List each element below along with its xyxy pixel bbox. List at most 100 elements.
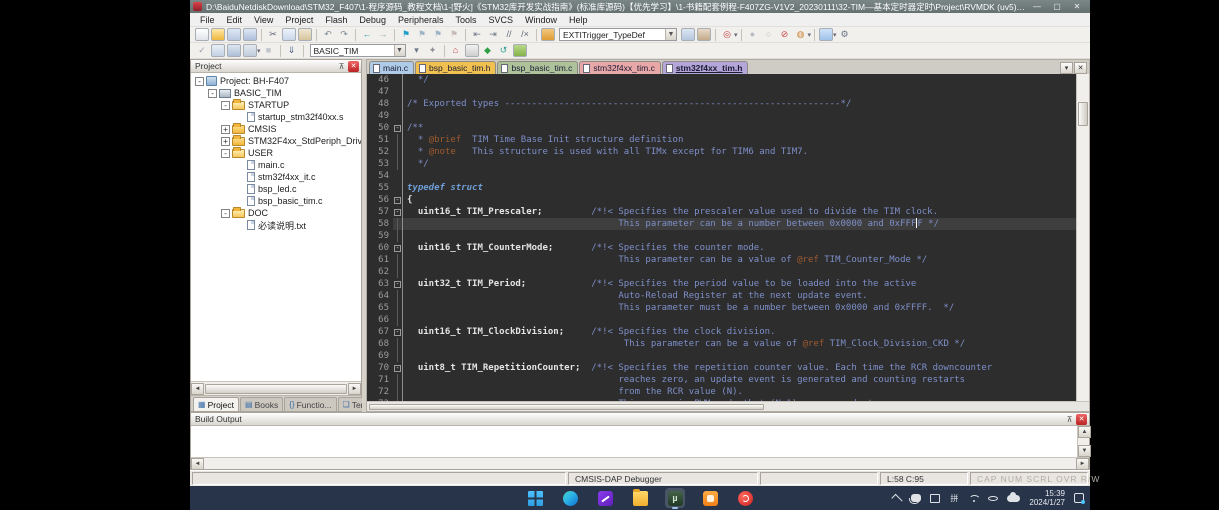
open-file-icon[interactable]	[211, 28, 225, 41]
manage-rte-icon[interactable]: ◆	[481, 44, 495, 57]
panel-tab-books[interactable]: ▤Books	[240, 397, 283, 411]
editor-vertical-scrollbar[interactable]	[1076, 74, 1089, 401]
configure-symbols-icon[interactable]	[541, 28, 555, 41]
collapse-icon[interactable]: -	[195, 77, 204, 86]
code-line[interactable]: 51 * @brief TIM Time Base Init structure…	[367, 134, 1076, 146]
stop-build-icon[interactable]: ■	[262, 44, 276, 57]
editor-tab-main-c[interactable]: main.c	[369, 61, 414, 74]
window-layout-icon[interactable]	[819, 28, 833, 41]
red-app-icon[interactable]	[735, 488, 755, 508]
collapse-icon[interactable]: -	[221, 149, 230, 158]
code-line[interactable]: 68 This parameter can be a value of @ref…	[367, 338, 1076, 350]
tree-item[interactable]: main.c	[191, 159, 361, 171]
wifi-icon[interactable]	[968, 494, 979, 503]
tree-item[interactable]: bsp_led.c	[191, 183, 361, 195]
scroll-right-icon[interactable]: ►	[348, 383, 361, 395]
menu-svcs[interactable]: SVCS	[483, 14, 520, 26]
download-icon[interactable]: ⇓	[285, 44, 299, 57]
panel-tab-functio[interactable]: {}Functio...	[284, 397, 336, 411]
fold-collapse-icon[interactable]: -	[394, 209, 401, 216]
scroll-left-icon[interactable]: ◄	[191, 383, 204, 395]
volume-icon[interactable]	[988, 496, 998, 501]
chevron-down-icon[interactable]: ▾	[734, 31, 738, 39]
scroll-up-icon[interactable]: ▲	[1078, 426, 1091, 438]
code-line[interactable]: 64 Auto-Reload Register at the next upda…	[367, 290, 1076, 302]
fold-collapse-icon[interactable]: -	[394, 281, 401, 288]
undo-icon[interactable]: ↶	[321, 28, 335, 41]
tree-item[interactable]: -USER	[191, 147, 361, 159]
code-line[interactable]: 48/* Exported types --------------------…	[367, 98, 1076, 110]
uncomment-icon[interactable]: /×	[518, 28, 532, 41]
code-line[interactable]: 66	[367, 314, 1076, 326]
rebuild-icon[interactable]	[227, 44, 241, 57]
build-output-horizontal-scrollbar[interactable]: ◄ ►	[191, 457, 1089, 469]
tree-item[interactable]: +STM32F4xx_StdPeriph_Driver	[191, 135, 361, 147]
redo-icon[interactable]: ↷	[337, 28, 351, 41]
batch-build-icon[interactable]	[243, 44, 257, 57]
fold-collapse-icon[interactable]: -	[394, 197, 401, 204]
code-line[interactable]: 67- uint16_t TIM_ClockDivision; /*!< Spe…	[367, 326, 1076, 338]
ime-toolbar-icon[interactable]	[930, 494, 940, 503]
fold-collapse-icon[interactable]: -	[394, 125, 401, 132]
code-line[interactable]: 54	[367, 170, 1076, 182]
target-options-dropdown-icon[interactable]: ▾	[410, 44, 424, 57]
menu-tools[interactable]: Tools	[449, 14, 482, 26]
find-icon[interactable]: ◎	[720, 28, 734, 41]
scroll-thumb[interactable]	[205, 384, 347, 394]
keil-uvision-icon[interactable]: µ	[665, 488, 685, 508]
code-line[interactable]: 49	[367, 110, 1076, 122]
options-for-target-icon[interactable]: ✦	[426, 44, 440, 57]
pin-icon[interactable]: ⊼	[336, 61, 347, 72]
code-line[interactable]: 71 reaches zero, an update event is gene…	[367, 374, 1076, 386]
code-line[interactable]: 57- uint16_t TIM_Prescaler; /*!< Specifi…	[367, 206, 1076, 218]
code-line[interactable]: 50-/**	[367, 122, 1076, 134]
bookmark-icon[interactable]: ⚑	[399, 28, 413, 41]
menu-file[interactable]: File	[194, 14, 221, 26]
code-line[interactable]: 62	[367, 266, 1076, 278]
insert-breakpoint-icon[interactable]: ●	[746, 28, 760, 41]
purple-app-icon[interactable]	[595, 488, 615, 508]
minimize-button[interactable]: —	[1027, 1, 1047, 12]
flash-download-icon[interactable]: ⌂	[449, 44, 463, 57]
tree-item[interactable]: -Project: BH-F407	[191, 75, 361, 87]
symbol-combo[interactable]: EXTITrigger_TypeDef▼	[559, 28, 677, 41]
chevron-down-icon[interactable]: ▾	[833, 31, 837, 39]
menu-debug[interactable]: Debug	[353, 14, 392, 26]
code-line[interactable]: 52 * @note This structure is used with a…	[367, 146, 1076, 158]
tree-item[interactable]: -BASIC_TIM	[191, 87, 361, 99]
chevron-down-icon[interactable]: ▼	[665, 29, 676, 40]
chevron-down-icon[interactable]: ▼	[394, 45, 405, 56]
paste-icon[interactable]	[298, 28, 312, 41]
code-line[interactable]: 70- uint8_t TIM_RepetitionCounter; /*!< …	[367, 362, 1076, 374]
expand-icon[interactable]: +	[221, 137, 230, 146]
start-button[interactable]	[525, 488, 545, 508]
collapse-icon[interactable]: -	[221, 101, 230, 110]
collapse-icon[interactable]: -	[221, 209, 230, 218]
cloud-sync-icon[interactable]	[1007, 495, 1020, 502]
microphone-icon[interactable]	[911, 494, 921, 502]
collapse-icon[interactable]: -	[208, 89, 217, 98]
file-extensions-icon[interactable]	[465, 44, 479, 57]
menu-edit[interactable]: Edit	[221, 14, 249, 26]
comment-icon[interactable]: //	[502, 28, 516, 41]
scroll-right-icon[interactable]: ►	[1076, 458, 1089, 470]
configuration-wrench-icon[interactable]: ⚙	[838, 28, 852, 41]
new-file-icon[interactable]	[195, 28, 209, 41]
navigate-forward-icon[interactable]: →	[376, 28, 390, 41]
code-line[interactable]: 53 */	[367, 158, 1076, 170]
close-button[interactable]: ✕	[1067, 1, 1087, 12]
kill-breakpoints-icon[interactable]: ⊘	[778, 28, 792, 41]
close-document-icon[interactable]: ✕	[1074, 62, 1087, 74]
code-line[interactable]: 72 from the RCR value (N).	[367, 386, 1076, 398]
pack-installer-icon[interactable]: ↺	[497, 44, 511, 57]
chevron-down-icon[interactable]: ▾	[257, 47, 261, 55]
code-line[interactable]: 59	[367, 230, 1076, 242]
close-icon[interactable]: ✕	[348, 61, 359, 72]
scroll-thumb[interactable]	[369, 404, 764, 410]
code-line[interactable]: 56-{	[367, 194, 1076, 206]
edge-browser-icon[interactable]	[560, 488, 580, 508]
notification-center-icon[interactable]	[1074, 493, 1084, 503]
scroll-left-icon[interactable]: ◄	[191, 458, 204, 470]
save-icon[interactable]	[227, 28, 241, 41]
editor-tab-stm32f4xx_tim-c[interactable]: stm32f4xx_tim.c	[579, 61, 660, 74]
